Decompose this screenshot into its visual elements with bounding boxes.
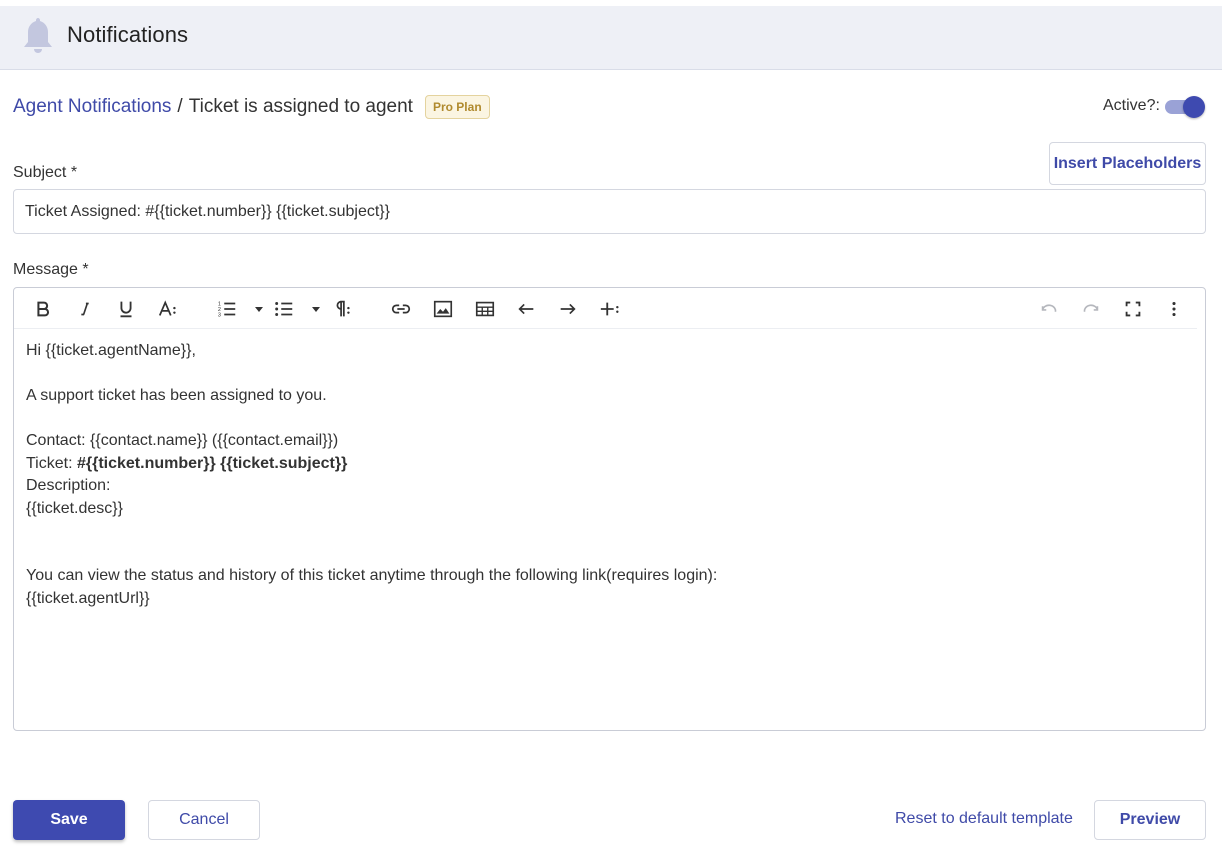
message-editor[interactable]: 123 Hi {{ticket.agentName}}, A support t…: [13, 287, 1206, 731]
undo-icon[interactable]: [1037, 297, 1061, 321]
active-label: Active?:: [1103, 97, 1160, 114]
breadcrumb-separator: /: [177, 96, 183, 117]
cancel-button[interactable]: Cancel: [148, 800, 260, 840]
unordered-list-dropdown-icon[interactable]: [311, 297, 321, 321]
unordered-list-icon[interactable]: [272, 297, 296, 321]
contact-value: {{contact.name}} ({{contact.email}}): [90, 432, 339, 449]
page-title: Notifications: [67, 22, 189, 47]
outdent-icon[interactable]: [514, 297, 538, 321]
insert-more-icon[interactable]: [598, 297, 622, 321]
fullscreen-icon[interactable]: [1121, 297, 1145, 321]
reset-template-link[interactable]: Reset to default template: [895, 810, 1073, 828]
ordered-list-dropdown-icon[interactable]: [254, 297, 264, 321]
breadcrumb: Agent Notifications / Ticket is assigned…: [13, 95, 490, 119]
page-header: Notifications: [0, 6, 1222, 70]
contact-line: Contact: {{contact.name}} ({{contact.ema…: [26, 430, 1186, 453]
subject-label: Subject *: [13, 164, 78, 181]
intro-line: A support ticket has been assigned to yo…: [26, 387, 327, 404]
plan-badge: Pro Plan: [424, 95, 490, 119]
link-icon[interactable]: [389, 297, 413, 321]
paragraph-format-icon[interactable]: [330, 297, 354, 321]
ticket-label: Ticket:: [26, 454, 77, 472]
contact-label: Contact:: [26, 432, 91, 449]
agent-url-line: {{ticket.agentUrl}}: [26, 589, 150, 607]
bell-icon: [24, 18, 52, 53]
table-icon[interactable]: [473, 297, 497, 321]
image-icon[interactable]: [431, 297, 455, 321]
more-vertical-icon[interactable]: [1162, 297, 1186, 321]
ticket-line: Ticket: #{{ticket.number}} {{ticket.subj…: [26, 453, 1186, 476]
description-value: {{ticket.desc}}: [26, 499, 123, 517]
redo-icon[interactable]: [1079, 297, 1103, 321]
active-toggle[interactable]: [1165, 96, 1206, 118]
save-button[interactable]: Save: [13, 800, 125, 840]
message-body[interactable]: Hi {{ticket.agentName}}, A support ticke…: [26, 340, 1186, 610]
editor-toolbar: 123: [14, 288, 1197, 329]
font-size-icon[interactable]: [156, 297, 180, 321]
breadcrumb-current: Ticket is assigned to agent: [188, 96, 413, 117]
breadcrumb-parent-link[interactable]: Agent Notifications: [13, 96, 171, 118]
underline-icon[interactable]: [114, 297, 138, 321]
greeting-line: Hi {{ticket.agentName}},: [26, 342, 196, 359]
view-status-line: You can view the status and history of t…: [26, 567, 718, 584]
bold-icon[interactable]: [31, 297, 55, 321]
svg-text:3: 3: [218, 312, 221, 318]
description-label: Description:: [26, 477, 111, 494]
indent-icon[interactable]: [556, 297, 580, 321]
italic-icon[interactable]: [73, 297, 97, 321]
subject-input[interactable]: [13, 189, 1206, 234]
preview-button[interactable]: Preview: [1094, 800, 1206, 840]
toggle-knob: [1183, 96, 1205, 118]
ticket-value: #{{ticket.number}} {{ticket.subject}}: [76, 454, 348, 472]
message-label: Message *: [13, 261, 89, 278]
ordered-list-icon[interactable]: 123: [215, 297, 239, 321]
insert-placeholders-button[interactable]: Insert Placeholders: [1049, 142, 1206, 185]
